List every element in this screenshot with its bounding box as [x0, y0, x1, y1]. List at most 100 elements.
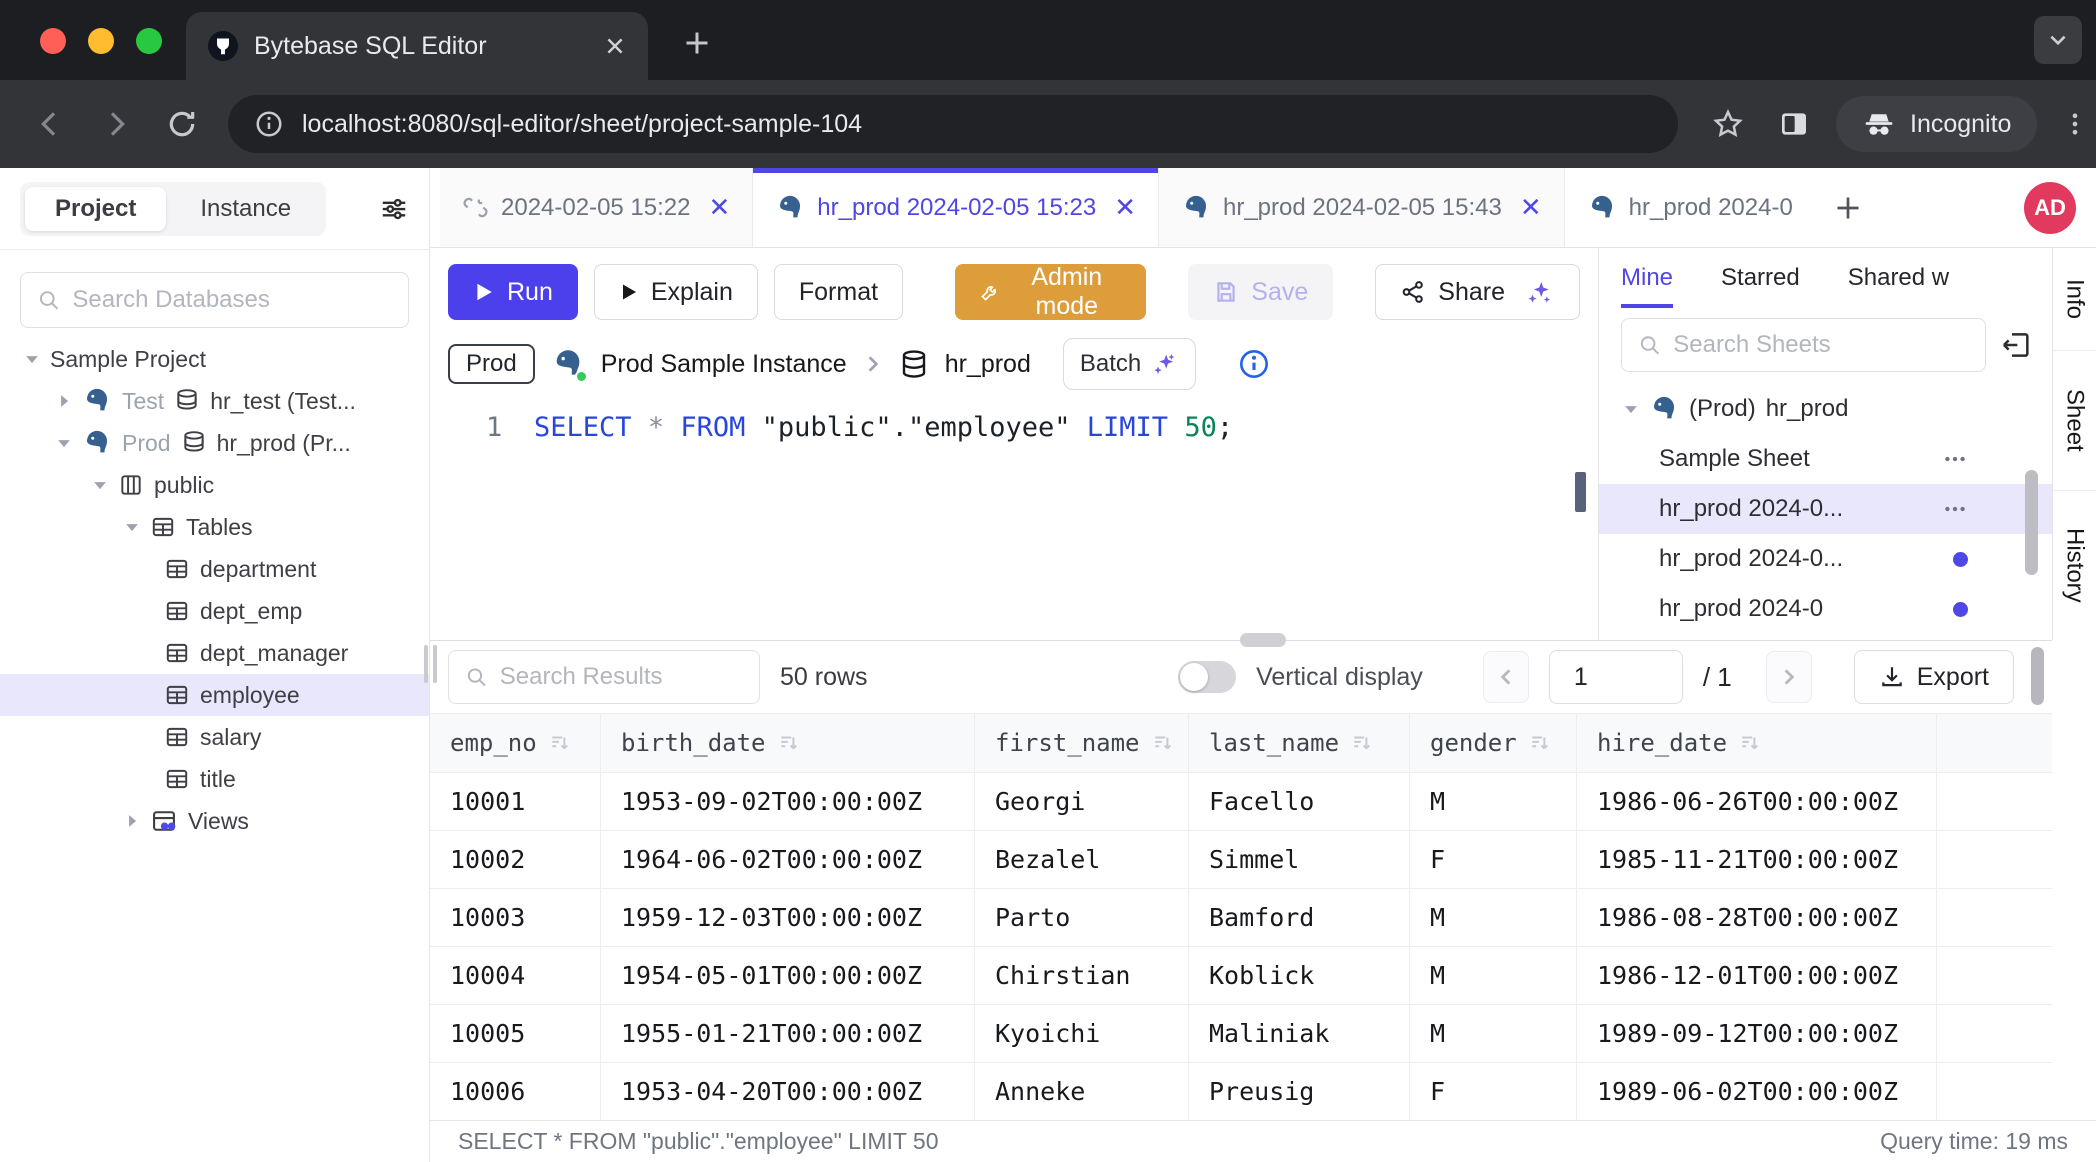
- cell[interactable]: Bezalel: [975, 831, 1189, 889]
- rail-tab-info[interactable]: Info: [2053, 248, 2096, 351]
- tab-search-chevron-icon[interactable]: [2034, 16, 2082, 64]
- column-header[interactable]: first_name: [975, 713, 1189, 773]
- cell[interactable]: 10006: [430, 1063, 601, 1120]
- sheet-item[interactable]: hr_prod 2024-0...: [1599, 534, 2052, 584]
- tree-item-table-salary[interactable]: salary: [0, 716, 429, 758]
- tree-item-tables[interactable]: Tables: [0, 506, 429, 548]
- cell[interactable]: 1954-05-01T00:00:00Z: [601, 947, 975, 1005]
- cell[interactable]: Simmel: [1189, 831, 1410, 889]
- prev-page-button[interactable]: [1483, 651, 1529, 703]
- tree-item-hr-test[interactable]: Test hr_test (Test...: [0, 380, 429, 422]
- add-worksheet-icon[interactable]: [1815, 168, 1881, 247]
- cell[interactable]: 1986-08-28T00:00:00Z: [1577, 889, 1937, 947]
- sort-icon[interactable]: [1351, 732, 1373, 754]
- batch-button[interactable]: Batch: [1063, 338, 1196, 390]
- chevron-down-icon[interactable]: [24, 352, 40, 366]
- new-tab-icon[interactable]: [682, 28, 712, 58]
- vertical-display-toggle[interactable]: [1178, 661, 1236, 693]
- cell[interactable]: Parto: [975, 889, 1189, 947]
- worksheet-tab-2-active[interactable]: hr_prod 2024-02-05 15:23 ✕: [753, 168, 1159, 247]
- search-sheets-input[interactable]: [1673, 331, 1969, 359]
- reload-icon[interactable]: [166, 108, 198, 140]
- sort-icon[interactable]: [1739, 732, 1761, 754]
- explain-button[interactable]: Explain: [594, 264, 758, 320]
- cell[interactable]: 10005: [430, 1005, 601, 1063]
- tree-item-sample-project[interactable]: Sample Project: [0, 338, 429, 380]
- tab-project[interactable]: Project: [25, 187, 166, 231]
- cell[interactable]: 1986-06-26T00:00:00Z: [1577, 773, 1937, 831]
- cell[interactable]: Bamford: [1189, 889, 1410, 947]
- cell[interactable]: 1986-12-01T00:00:00Z: [1577, 947, 1937, 1005]
- cell[interactable]: M: [1410, 773, 1577, 831]
- rail-tab-history[interactable]: History: [2053, 491, 2096, 640]
- cell[interactable]: 10004: [430, 947, 601, 1005]
- sort-icon[interactable]: [1152, 732, 1174, 754]
- browser-tab[interactable]: Bytebase SQL Editor: [186, 12, 648, 80]
- tree-item-table-department[interactable]: department: [0, 548, 429, 590]
- table-row[interactable]: 10004 1954-05-01T00:00:00Z Chirstian Kob…: [430, 947, 2052, 1005]
- cell[interactable]: 1953-09-02T00:00:00Z: [601, 773, 975, 831]
- cell[interactable]: Anneke: [975, 1063, 1189, 1120]
- sheet-menu-kebab-icon[interactable]: [1942, 496, 1968, 522]
- sheet-menu-kebab-icon[interactable]: [1942, 446, 1968, 472]
- sheet-item[interactable]: hr_prod 2024-0: [1599, 584, 2052, 634]
- sort-icon[interactable]: [1529, 732, 1551, 754]
- sql-code-area[interactable]: 1 SELECT * FROM "public"."employee" LIMI…: [430, 398, 1598, 412]
- format-button[interactable]: Format: [774, 264, 903, 320]
- page-input[interactable]: [1549, 650, 1683, 704]
- next-page-button[interactable]: [1766, 651, 1812, 703]
- column-header[interactable]: birth_date: [601, 713, 975, 773]
- cell[interactable]: M: [1410, 1005, 1577, 1063]
- tab-shared[interactable]: Shared w: [1848, 264, 1949, 308]
- cell[interactable]: 1953-04-20T00:00:00Z: [601, 1063, 975, 1120]
- cell[interactable]: Kyoichi: [975, 1005, 1189, 1063]
- column-header[interactable]: hire_date: [1577, 713, 1937, 773]
- site-info-icon[interactable]: [254, 109, 284, 139]
- cell[interactable]: F: [1410, 831, 1577, 889]
- cell[interactable]: 1964-06-02T00:00:00Z: [601, 831, 975, 889]
- sheet-group-hr-prod[interactable]: (Prod) hr_prod: [1599, 384, 2052, 434]
- filter-sliders-icon[interactable]: [379, 194, 409, 224]
- tab-starred[interactable]: Starred: [1721, 264, 1800, 308]
- cell[interactable]: 1989-06-02T00:00:00Z: [1577, 1063, 1937, 1120]
- cell[interactable]: Koblick: [1189, 947, 1410, 1005]
- chevron-down-icon[interactable]: [92, 478, 108, 492]
- tree-item-table-title[interactable]: title: [0, 758, 429, 800]
- tree-item-table-dept-manager[interactable]: dept_manager: [0, 632, 429, 674]
- avatar[interactable]: AD: [2024, 182, 2076, 234]
- minimize-window-button[interactable]: [88, 28, 114, 54]
- close-tab-icon[interactable]: [604, 35, 626, 57]
- export-button[interactable]: Export: [1854, 650, 2014, 704]
- column-header[interactable]: emp_no: [430, 713, 601, 773]
- table-row[interactable]: 10005 1955-01-21T00:00:00Z Kyoichi Malin…: [430, 1005, 2052, 1063]
- worksheet-tab-1[interactable]: 2024-02-05 15:22 ✕: [440, 168, 753, 247]
- tree-item-schema-public[interactable]: public: [0, 464, 429, 506]
- sheets-scrollbar-thumb[interactable]: [2025, 470, 2038, 575]
- cell[interactable]: M: [1410, 947, 1577, 1005]
- cell[interactable]: Chirstian: [975, 947, 1189, 1005]
- tab-instance[interactable]: Instance: [170, 187, 321, 231]
- tab-mine[interactable]: Mine: [1621, 264, 1673, 308]
- cell[interactable]: 1985-11-21T00:00:00Z: [1577, 831, 1937, 889]
- cell[interactable]: 1955-01-21T00:00:00Z: [601, 1005, 975, 1063]
- sort-icon[interactable]: [778, 732, 800, 754]
- share-button[interactable]: Share: [1375, 264, 1580, 320]
- tree-item-hr-prod[interactable]: Prod hr_prod (Pr...: [0, 422, 429, 464]
- search-databases-input[interactable]: [72, 286, 392, 314]
- cell[interactable]: 10002: [430, 831, 601, 889]
- cell[interactable]: 10001: [430, 773, 601, 831]
- column-header[interactable]: gender: [1410, 713, 1577, 773]
- table-row[interactable]: 10006 1953-04-20T00:00:00Z Anneke Preusi…: [430, 1063, 2052, 1120]
- tree-item-table-employee[interactable]: employee: [0, 674, 429, 716]
- search-results-input[interactable]: [500, 663, 743, 691]
- close-worksheet-icon[interactable]: ✕: [1114, 192, 1136, 223]
- info-circle-icon[interactable]: [1238, 348, 1270, 380]
- url-bar[interactable]: localhost:8080/sql-editor/sheet/project-…: [228, 95, 1678, 153]
- sheet-item-selected[interactable]: hr_prod 2024-0...: [1599, 484, 2052, 534]
- close-worksheet-icon[interactable]: ✕: [1520, 192, 1542, 223]
- table-scrollbar-thumb[interactable]: [2031, 647, 2044, 705]
- bookmark-star-icon[interactable]: [1712, 108, 1744, 140]
- chevron-right-icon[interactable]: [124, 814, 140, 828]
- chevron-down-icon[interactable]: [56, 436, 72, 450]
- cell[interactable]: M: [1410, 889, 1577, 947]
